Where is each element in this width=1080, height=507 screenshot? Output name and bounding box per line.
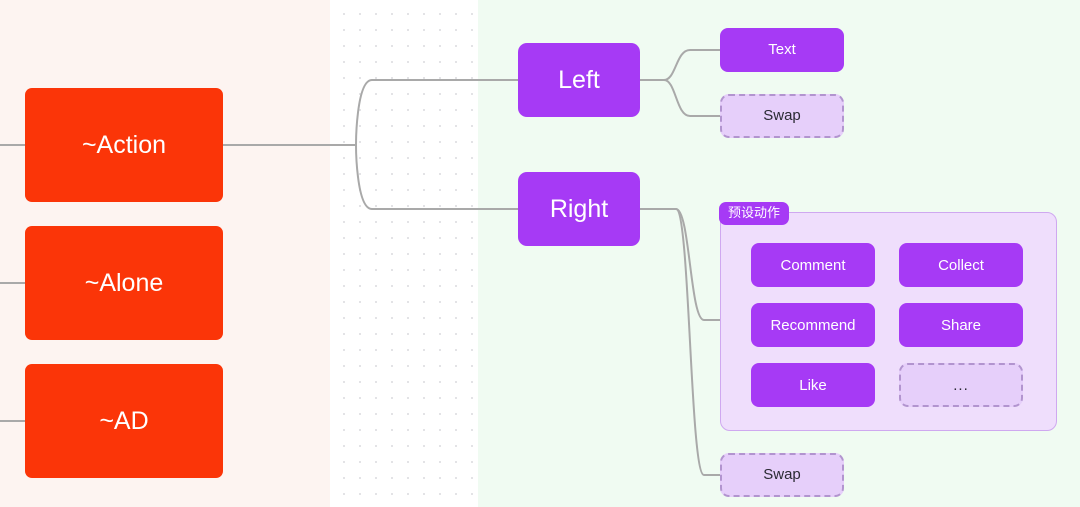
node-action[interactable]: ~Action bbox=[25, 88, 223, 202]
preset-actions-badge: 预设动作 bbox=[719, 202, 790, 226]
mindmap-canvas: ~Action ~Alone ~AD Left Right Text Swap … bbox=[0, 0, 1080, 507]
preset-actions-grid: Comment Collect Recommend Share Like ... bbox=[751, 243, 1023, 407]
background-band-dotted bbox=[330, 0, 478, 507]
preset-item-collect[interactable]: Collect bbox=[899, 243, 1023, 287]
preset-item-like[interactable]: Like bbox=[751, 363, 875, 407]
preset-item-more[interactable]: ... bbox=[899, 363, 1023, 407]
preset-item-share[interactable]: Share bbox=[899, 303, 1023, 347]
node-right[interactable]: Right bbox=[518, 172, 640, 246]
preset-actions-group: 预设动作 Comment Collect Recommend Share Lik… bbox=[719, 202, 1057, 431]
node-left[interactable]: Left bbox=[518, 43, 640, 117]
preset-item-recommend[interactable]: Recommend bbox=[751, 303, 875, 347]
preset-item-comment[interactable]: Comment bbox=[751, 243, 875, 287]
node-text[interactable]: Text bbox=[720, 28, 844, 72]
node-swap-left[interactable]: Swap bbox=[720, 94, 844, 138]
node-swap-right[interactable]: Swap bbox=[720, 453, 844, 497]
node-alone[interactable]: ~Alone bbox=[25, 226, 223, 340]
node-ad[interactable]: ~AD bbox=[25, 364, 223, 478]
